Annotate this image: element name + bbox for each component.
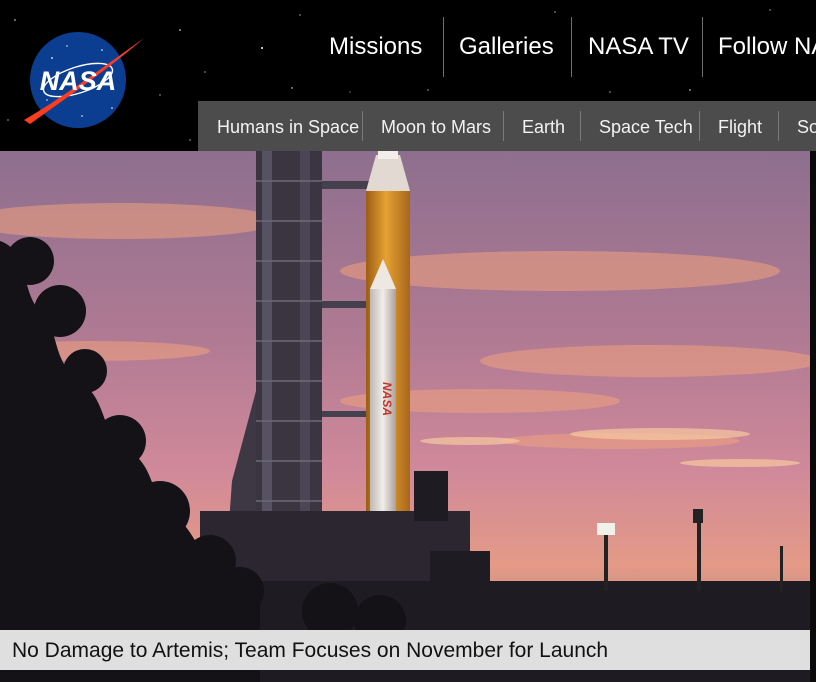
subnav-divider	[362, 111, 363, 141]
subnav-flight[interactable]: Flight	[718, 101, 762, 151]
nav-galleries[interactable]: Galleries	[459, 17, 554, 77]
site-header: NASA Missions Galleries NASA TV Follow N…	[0, 0, 816, 151]
sls-rocket: NASA	[366, 151, 410, 519]
nav-divider	[702, 17, 703, 77]
subnav-divider	[699, 111, 700, 141]
hero-caption-bar[interactable]: No Damage to Artemis; Team Focuses on No…	[0, 630, 810, 670]
subnav-space-tech[interactable]: Space Tech	[599, 101, 693, 151]
subnav-earth[interactable]: Earth	[522, 101, 565, 151]
subnav-solar-system[interactable]: Solar System	[797, 101, 816, 151]
hero-slide[interactable]: NASA No Damage to Artemis; Team Focuses …	[0, 151, 810, 682]
hero-image: NASA	[0, 151, 810, 682]
nav-divider	[571, 17, 572, 77]
subnav-divider	[580, 111, 581, 141]
subnav-humans-in-space[interactable]: Humans in Space	[217, 101, 359, 151]
rocket-wordmark: NASA	[380, 382, 394, 416]
nav-nasa-tv[interactable]: NASA TV	[588, 17, 689, 77]
secondary-nav: Humans in Space Moon to Mars Earth Space…	[198, 101, 816, 151]
subnav-divider	[778, 111, 779, 141]
nav-divider	[443, 17, 444, 77]
hero-edge	[810, 151, 816, 682]
subnav-moon-to-mars[interactable]: Moon to Mars	[381, 101, 491, 151]
nav-follow-nasa[interactable]: Follow NASA	[718, 17, 816, 77]
subnav-divider	[503, 111, 504, 141]
nav-missions[interactable]: Missions	[329, 17, 422, 77]
hero-caption[interactable]: No Damage to Artemis; Team Focuses on No…	[12, 630, 608, 670]
primary-nav: Missions Galleries NASA TV Follow NASA	[0, 0, 816, 100]
